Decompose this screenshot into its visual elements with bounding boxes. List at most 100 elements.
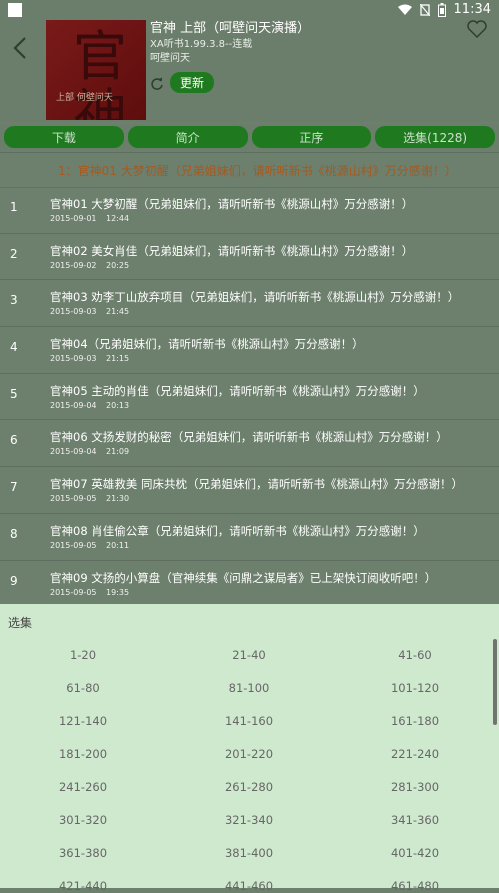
range-option[interactable]: 241-260 [0, 780, 166, 794]
album-header: 官神 上部 何壁问天 官神 上部（呵壁问天演播） XA听书1.99.3.8--连… [0, 20, 499, 122]
episode-number: 4 [10, 340, 18, 355]
episode-list: 1 官神01 大梦初醒（兄弟姐妹们，请听听新书《桃源山村》万分感谢！） 2015… [0, 187, 499, 604]
now-playing-text: 1：官神01 大梦初醒（兄弟姐妹们，请听听新书《桃源山村》万分感谢！） [58, 164, 457, 178]
range-option[interactable]: 121-140 [0, 714, 166, 728]
episode-time: 21:09 [106, 447, 130, 457]
episode-number: 3 [10, 293, 18, 308]
range-option[interactable]: 221-240 [332, 747, 498, 761]
range-option[interactable]: 101-120 [332, 681, 498, 695]
episode-row[interactable]: 6 官神06 文扬发财的秘密（兄弟姐妹们，请听听新书《桃源山村》万分感谢！） 2… [0, 420, 499, 468]
range-option[interactable]: 281-300 [332, 780, 498, 794]
range-option[interactable]: 261-280 [166, 780, 332, 794]
episode-date: 2015-09-05 [50, 587, 97, 597]
episode-time: 21:45 [106, 307, 130, 317]
episode-date: 2015-09-04 [50, 400, 97, 410]
sheet-title: 选集 [8, 616, 33, 630]
range-option[interactable]: 441-460 [166, 879, 332, 893]
range-option[interactable]: 161-180 [332, 714, 498, 728]
no-sim-icon [419, 3, 430, 16]
episode-title: 官神06 文扬发财的秘密（兄弟姐妹们，请听听新书《桃源山村》万分感谢！） [50, 430, 448, 445]
range-option[interactable]: 301-320 [0, 813, 166, 827]
range-option[interactable]: 1-20 [0, 648, 166, 662]
back-button[interactable] [10, 36, 36, 62]
refresh-icon[interactable] [150, 76, 164, 90]
cover-caption: 上部 何壁问天 [56, 93, 113, 103]
favorite-heart-icon[interactable] [467, 20, 487, 38]
action-tabs: 下载 简介 正序 选集(1228) [0, 124, 499, 150]
episode-title: 官神03 劝李丁山放弃项目（兄弟姐妹们，请听听新书《桃源山村》万分感谢！） [50, 290, 460, 305]
range-option[interactable]: 321-340 [166, 813, 332, 827]
episode-number: 2 [10, 246, 18, 261]
now-playing-banner[interactable]: 1：官神01 大梦初醒（兄弟姐妹们，请听听新书《桃源山村》万分感谢！） [0, 152, 499, 188]
episode-time: 20:11 [106, 540, 130, 550]
range-option[interactable]: 81-100 [166, 681, 332, 695]
episode-date: 2015-09-03 [50, 354, 97, 364]
episode-time: 21:15 [106, 354, 130, 364]
episode-title: 官神02 美女肖佳（兄弟姐妹们，请听听新书《桃源山村》万分感谢！） [50, 243, 414, 258]
episode-title: 官神08 肖佳偷公章（兄弟姐妹们，请听听新书《桃源山村》万分感谢！） [50, 523, 425, 538]
episode-row[interactable]: 2 官神02 美女肖佳（兄弟姐妹们，请听听新书《桃源山村》万分感谢！） 2015… [0, 234, 499, 281]
episode-row[interactable]: 8 官神08 肖佳偷公章（兄弟姐妹们，请听听新书《桃源山村》万分感谢！） 201… [0, 514, 499, 561]
episode-time: 20:25 [106, 260, 130, 270]
refresh-row: 更新 [150, 72, 215, 93]
range-option[interactable]: 61-80 [0, 681, 166, 695]
range-option[interactable]: 21-40 [166, 648, 332, 662]
status-bar: 11:34 [0, 0, 499, 20]
update-button[interactable]: 更新 [170, 72, 215, 93]
episode-row[interactable]: 9 官神09 文扬的小算盘（官神续集《问鼎之谋局者》已上架快订阅收听吧！） 20… [0, 561, 499, 605]
episode-row[interactable]: 4 官神04（兄弟姐妹们，请听听新书《桃源山村》万分感谢！） 2015-09-0… [0, 327, 499, 374]
episode-row[interactable]: 7 官神07 英雄救美 同床共枕（兄弟姐妹们，请听听新书《桃源山村》万分感谢！）… [0, 467, 499, 514]
range-option[interactable]: 421-440 [0, 879, 166, 893]
episode-title: 官神09 文扬的小算盘（官神续集《问鼎之谋局者》已上架快订阅收听吧！） [50, 570, 437, 585]
episode-number: 6 [10, 433, 18, 448]
range-option[interactable]: 361-380 [0, 846, 166, 860]
episode-row[interactable]: 1 官神01 大梦初醒（兄弟姐妹们，请听听新书《桃源山村》万分感谢！） 2015… [0, 187, 499, 234]
tab-sort-order[interactable]: 正序 [251, 126, 372, 148]
range-option[interactable]: 381-400 [166, 846, 332, 860]
range-option[interactable]: 181-200 [0, 747, 166, 761]
episode-time: 21:30 [106, 494, 130, 504]
album-title: 官神 上部（呵壁问天演播） [150, 21, 311, 36]
episode-date: 2015-09-05 [50, 494, 97, 504]
range-option[interactable]: 401-420 [332, 846, 498, 860]
album-cover: 官神 上部 何壁问天 [46, 20, 146, 120]
range-option[interactable]: 41-60 [332, 648, 498, 662]
back-arrow-icon [13, 37, 26, 59]
episode-title: 官神04（兄弟姐妹们，请听听新书《桃源山村》万分感谢！） [50, 337, 364, 352]
album-info: 官神 上部（呵壁问天演播） XA听书1.99.3.8--连载 呵壁问天 [150, 20, 310, 66]
album-author: 呵壁问天 [150, 53, 190, 64]
episode-row[interactable]: 5 官神05 主动的肖佳（兄弟姐妹们，请听听新书《桃源山村》万分感谢！） 201… [0, 374, 499, 421]
wifi-icon [397, 4, 412, 15]
episode-date: 2015-09-03 [50, 307, 97, 317]
episode-number: 8 [10, 526, 18, 541]
battery-icon [437, 2, 446, 17]
episode-date: 2015-09-05 [50, 540, 97, 550]
cover-calligraphy: 官神 [73, 25, 127, 121]
episode-time: 20:13 [106, 400, 130, 410]
episode-number: 5 [10, 386, 18, 401]
episode-date: 2015-09-01 [50, 214, 97, 223]
tab-intro[interactable]: 简介 [127, 126, 248, 148]
episode-range-sheet: 选集 1-20 21-40 41-60 61-80 81-100 101-120… [0, 604, 499, 893]
range-option[interactable]: 141-160 [166, 714, 332, 728]
range-option[interactable]: 341-360 [332, 813, 498, 827]
episode-date: 2015-09-04 [50, 447, 97, 457]
episode-time: 19:35 [106, 587, 130, 597]
album-version-status: XA听书1.99.3.8--连载 [150, 39, 253, 50]
episode-row[interactable]: 3 官神03 劝李丁山放弃项目（兄弟姐妹们，请听听新书《桃源山村》万分感谢！） … [0, 280, 499, 328]
episode-title: 官神01 大梦初醒（兄弟姐妹们，请听听新书《桃源山村》万分感谢！） [50, 197, 414, 211]
status-icons: 11:34 [397, 2, 491, 17]
episode-title: 官神07 英雄救美 同床共枕（兄弟姐妹们，请听听新书《桃源山村》万分感谢！） [50, 477, 463, 492]
episode-number: 9 [10, 573, 18, 588]
tab-select-episodes[interactable]: 选集(1228) [375, 126, 495, 148]
episode-number: 1 [10, 200, 18, 214]
clock: 11:34 [453, 2, 491, 17]
tab-download[interactable]: 下载 [4, 126, 124, 148]
episode-time: 12:44 [106, 214, 130, 223]
notification-icon [8, 3, 22, 17]
episode-number: 7 [10, 480, 18, 495]
range-option[interactable]: 201-220 [166, 747, 332, 761]
range-option[interactable]: 461-480 [332, 879, 498, 893]
episode-date: 2015-09-02 [50, 260, 97, 270]
episode-title: 官神05 主动的肖佳（兄弟姐妹们，请听听新书《桃源山村》万分感谢！） [50, 383, 425, 398]
